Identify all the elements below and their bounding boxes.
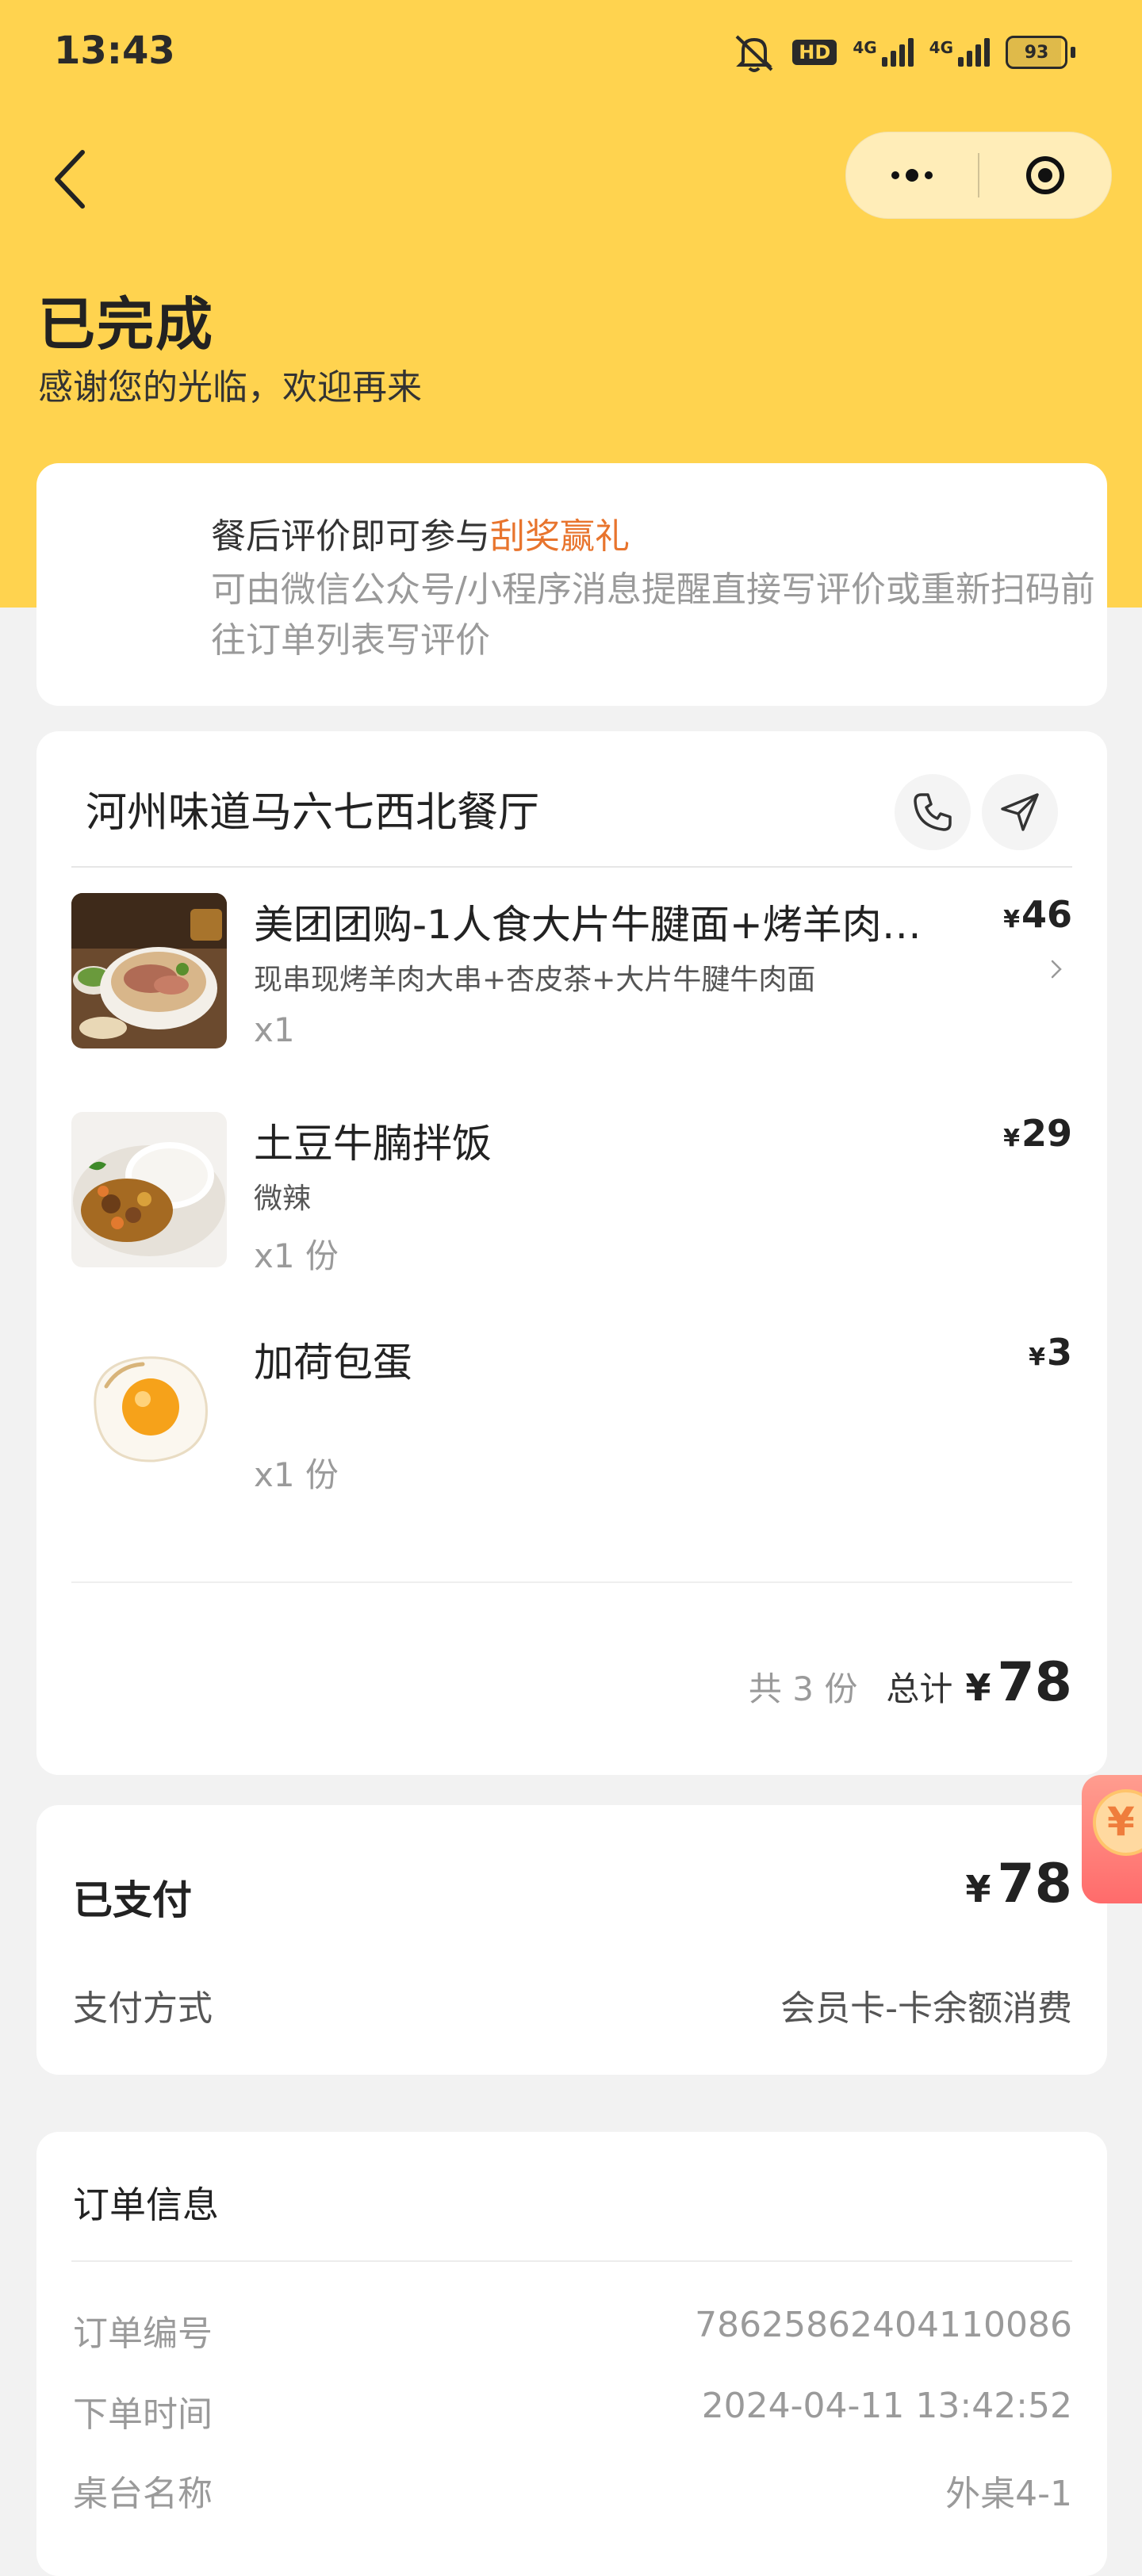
signal-bar bbox=[907, 38, 914, 67]
item-price: ¥29 bbox=[1003, 1112, 1072, 1155]
item-name: 土豆牛腩拌饭 bbox=[254, 1121, 492, 1167]
mini-program-capsule bbox=[845, 132, 1112, 219]
item-image-beef-noodle-set bbox=[71, 893, 227, 1048]
signal-label-2: 4G bbox=[929, 38, 953, 57]
signal-bar bbox=[967, 51, 972, 67]
status-bar: 13:43 HD 4G 4G 93 bbox=[0, 0, 1142, 103]
order-info-card: 订单信息 订单编号 78625862404110086 下单时间 2024-04… bbox=[36, 2132, 1107, 2576]
battery-icon: 93 bbox=[1006, 36, 1075, 69]
item-image-fried-egg bbox=[71, 1331, 227, 1486]
divider bbox=[71, 1581, 1072, 1583]
item-name: 加荷包蛋 bbox=[254, 1340, 412, 1386]
review-description: 可由微信公众号/小程序消息提醒直接写评价或重新扫码前往订单列表写评价 bbox=[211, 569, 1095, 661]
chevron-right-icon[interactable] bbox=[1045, 958, 1067, 980]
hd-badge: HD bbox=[792, 40, 837, 65]
info-label: 订单编号 bbox=[73, 2313, 213, 2354]
red-envelope-float-button[interactable]: ¥ bbox=[1082, 1775, 1142, 1903]
signal-bar bbox=[890, 51, 896, 67]
order-number[interactable]: 78625862404110086 bbox=[695, 2305, 1072, 2356]
divider bbox=[71, 2260, 1072, 2262]
item-price: ¥3 bbox=[1029, 1331, 1072, 1374]
signal-bar bbox=[881, 57, 887, 67]
signal-bar bbox=[975, 44, 981, 67]
item-image-potato-beef-rice bbox=[71, 1112, 227, 1267]
order-time-row: 下单时间 2024-04-11 13:42:52 bbox=[73, 2386, 1072, 2436]
paid-amount-value: 78 bbox=[997, 1853, 1072, 1915]
order-time: 2024-04-11 13:42:52 bbox=[701, 2386, 1072, 2426]
navigate-shop-button[interactable] bbox=[982, 774, 1058, 850]
shop-name[interactable]: 河州味道马六七西北餐厅 bbox=[86, 779, 539, 838]
signal-bar bbox=[899, 44, 905, 67]
item-price: ¥46 bbox=[1003, 893, 1072, 936]
signal-icon-2: 4G bbox=[929, 38, 990, 67]
battery-cap bbox=[1071, 47, 1075, 58]
info-label: 桌台名称 bbox=[73, 2474, 213, 2514]
back-button[interactable] bbox=[41, 140, 98, 219]
order-number-row: 订单编号 78625862404110086 bbox=[73, 2305, 1072, 2356]
mute-bell-icon bbox=[735, 35, 773, 72]
currency-symbol: ¥ bbox=[1003, 1125, 1020, 1152]
more-dots-icon bbox=[891, 169, 933, 182]
item-price-value: 46 bbox=[1021, 893, 1072, 936]
item-quantity: x1 份 bbox=[254, 1236, 339, 1275]
item-name: 美团团购-1人食大片牛腱面+烤羊肉… bbox=[254, 902, 922, 948]
payment-card: 已支付 ¥78 支付方式 会员卡-卡余额消费 bbox=[36, 1805, 1107, 2075]
coin-symbol: ¥ bbox=[1107, 1799, 1135, 1845]
total-count: 共 3 份 bbox=[748, 1669, 858, 1708]
page-subtitle: 感谢您的光临，欢迎再来 bbox=[38, 367, 422, 408]
signal-label-1: 4G bbox=[853, 38, 877, 57]
coin-icon: ¥ bbox=[1093, 1789, 1142, 1856]
review-prompt-card[interactable]: 餐后评价即可参与刮奖赢礼 可由微信公众号/小程序消息提醒直接写评价或重新扫码前往… bbox=[36, 463, 1107, 706]
item-spec: 现串现烤羊肉大串+杏皮茶+大片牛腱牛肉面 bbox=[254, 964, 816, 996]
signal-bar bbox=[958, 57, 964, 67]
order-item[interactable]: 土豆牛腩拌饭 微辣 x1 份 ¥29 bbox=[71, 1112, 1072, 1275]
more-button[interactable] bbox=[846, 132, 978, 218]
order-item[interactable]: 加荷包蛋 x1 份 ¥3 bbox=[71, 1331, 1072, 1494]
order-card: 河州味道马六七西北餐厅 美团团购-1人食大片牛腱面+烤羊肉… 现串现烤羊肉大串+… bbox=[36, 731, 1107, 1775]
payment-status: 已支付 bbox=[73, 1877, 192, 1923]
item-spec: 微辣 bbox=[254, 1183, 312, 1215]
divider bbox=[71, 866, 1072, 868]
item-quantity: x1 bbox=[254, 1010, 295, 1049]
battery-level: 93 bbox=[1006, 36, 1067, 69]
status-time: 13:43 bbox=[54, 29, 175, 73]
signal-bar bbox=[984, 38, 990, 67]
total-amount-value: 78 bbox=[997, 1651, 1072, 1714]
item-quantity: x1 份 bbox=[254, 1455, 339, 1494]
review-title-prefix: 餐后评价即可参与 bbox=[211, 516, 490, 557]
call-shop-button[interactable] bbox=[895, 774, 971, 850]
close-program-button[interactable] bbox=[979, 132, 1111, 218]
currency-symbol: ¥ bbox=[1003, 906, 1020, 933]
total-amount: ¥78 bbox=[965, 1651, 1072, 1714]
item-price-value: 3 bbox=[1046, 1331, 1072, 1374]
paid-amount: ¥78 bbox=[965, 1853, 1072, 1915]
navigation-arrow-icon bbox=[1001, 793, 1039, 831]
order-info-title: 订单信息 bbox=[73, 2183, 219, 2226]
currency-symbol: ¥ bbox=[965, 1666, 991, 1709]
order-total-row: 共 3 份 总计 ¥78 bbox=[749, 1651, 1072, 1714]
currency-symbol: ¥ bbox=[965, 1868, 991, 1911]
info-label: 下单时间 bbox=[73, 2394, 213, 2435]
signal-icon-1: 4G bbox=[853, 38, 914, 67]
status-icons: HD 4G 4G 93 bbox=[732, 29, 1075, 76]
item-price-value: 29 bbox=[1021, 1112, 1072, 1155]
payment-method-value: 会员卡-卡余额消费 bbox=[780, 1988, 1072, 2029]
table-name: 外桌4-1 bbox=[945, 2474, 1072, 2514]
review-title: 餐后评价即可参与刮奖赢礼 bbox=[211, 508, 630, 558]
currency-symbol: ¥ bbox=[1029, 1344, 1045, 1371]
payment-method-label: 支付方式 bbox=[73, 1988, 213, 2029]
page-title: 已完成 bbox=[38, 291, 215, 358]
phone-icon bbox=[914, 793, 952, 831]
total-label: 总计 bbox=[886, 1669, 953, 1708]
order-item[interactable]: 美团团购-1人食大片牛腱面+烤羊肉… 现串现烤羊肉大串+杏皮茶+大片牛腱牛肉面 … bbox=[71, 893, 1072, 1052]
table-name-row: 桌台名称 外桌4-1 bbox=[73, 2465, 1072, 2516]
review-prize-link[interactable]: 刮奖赢礼 bbox=[490, 516, 630, 557]
target-icon bbox=[1026, 156, 1064, 194]
chevron-left-icon bbox=[55, 150, 85, 209]
